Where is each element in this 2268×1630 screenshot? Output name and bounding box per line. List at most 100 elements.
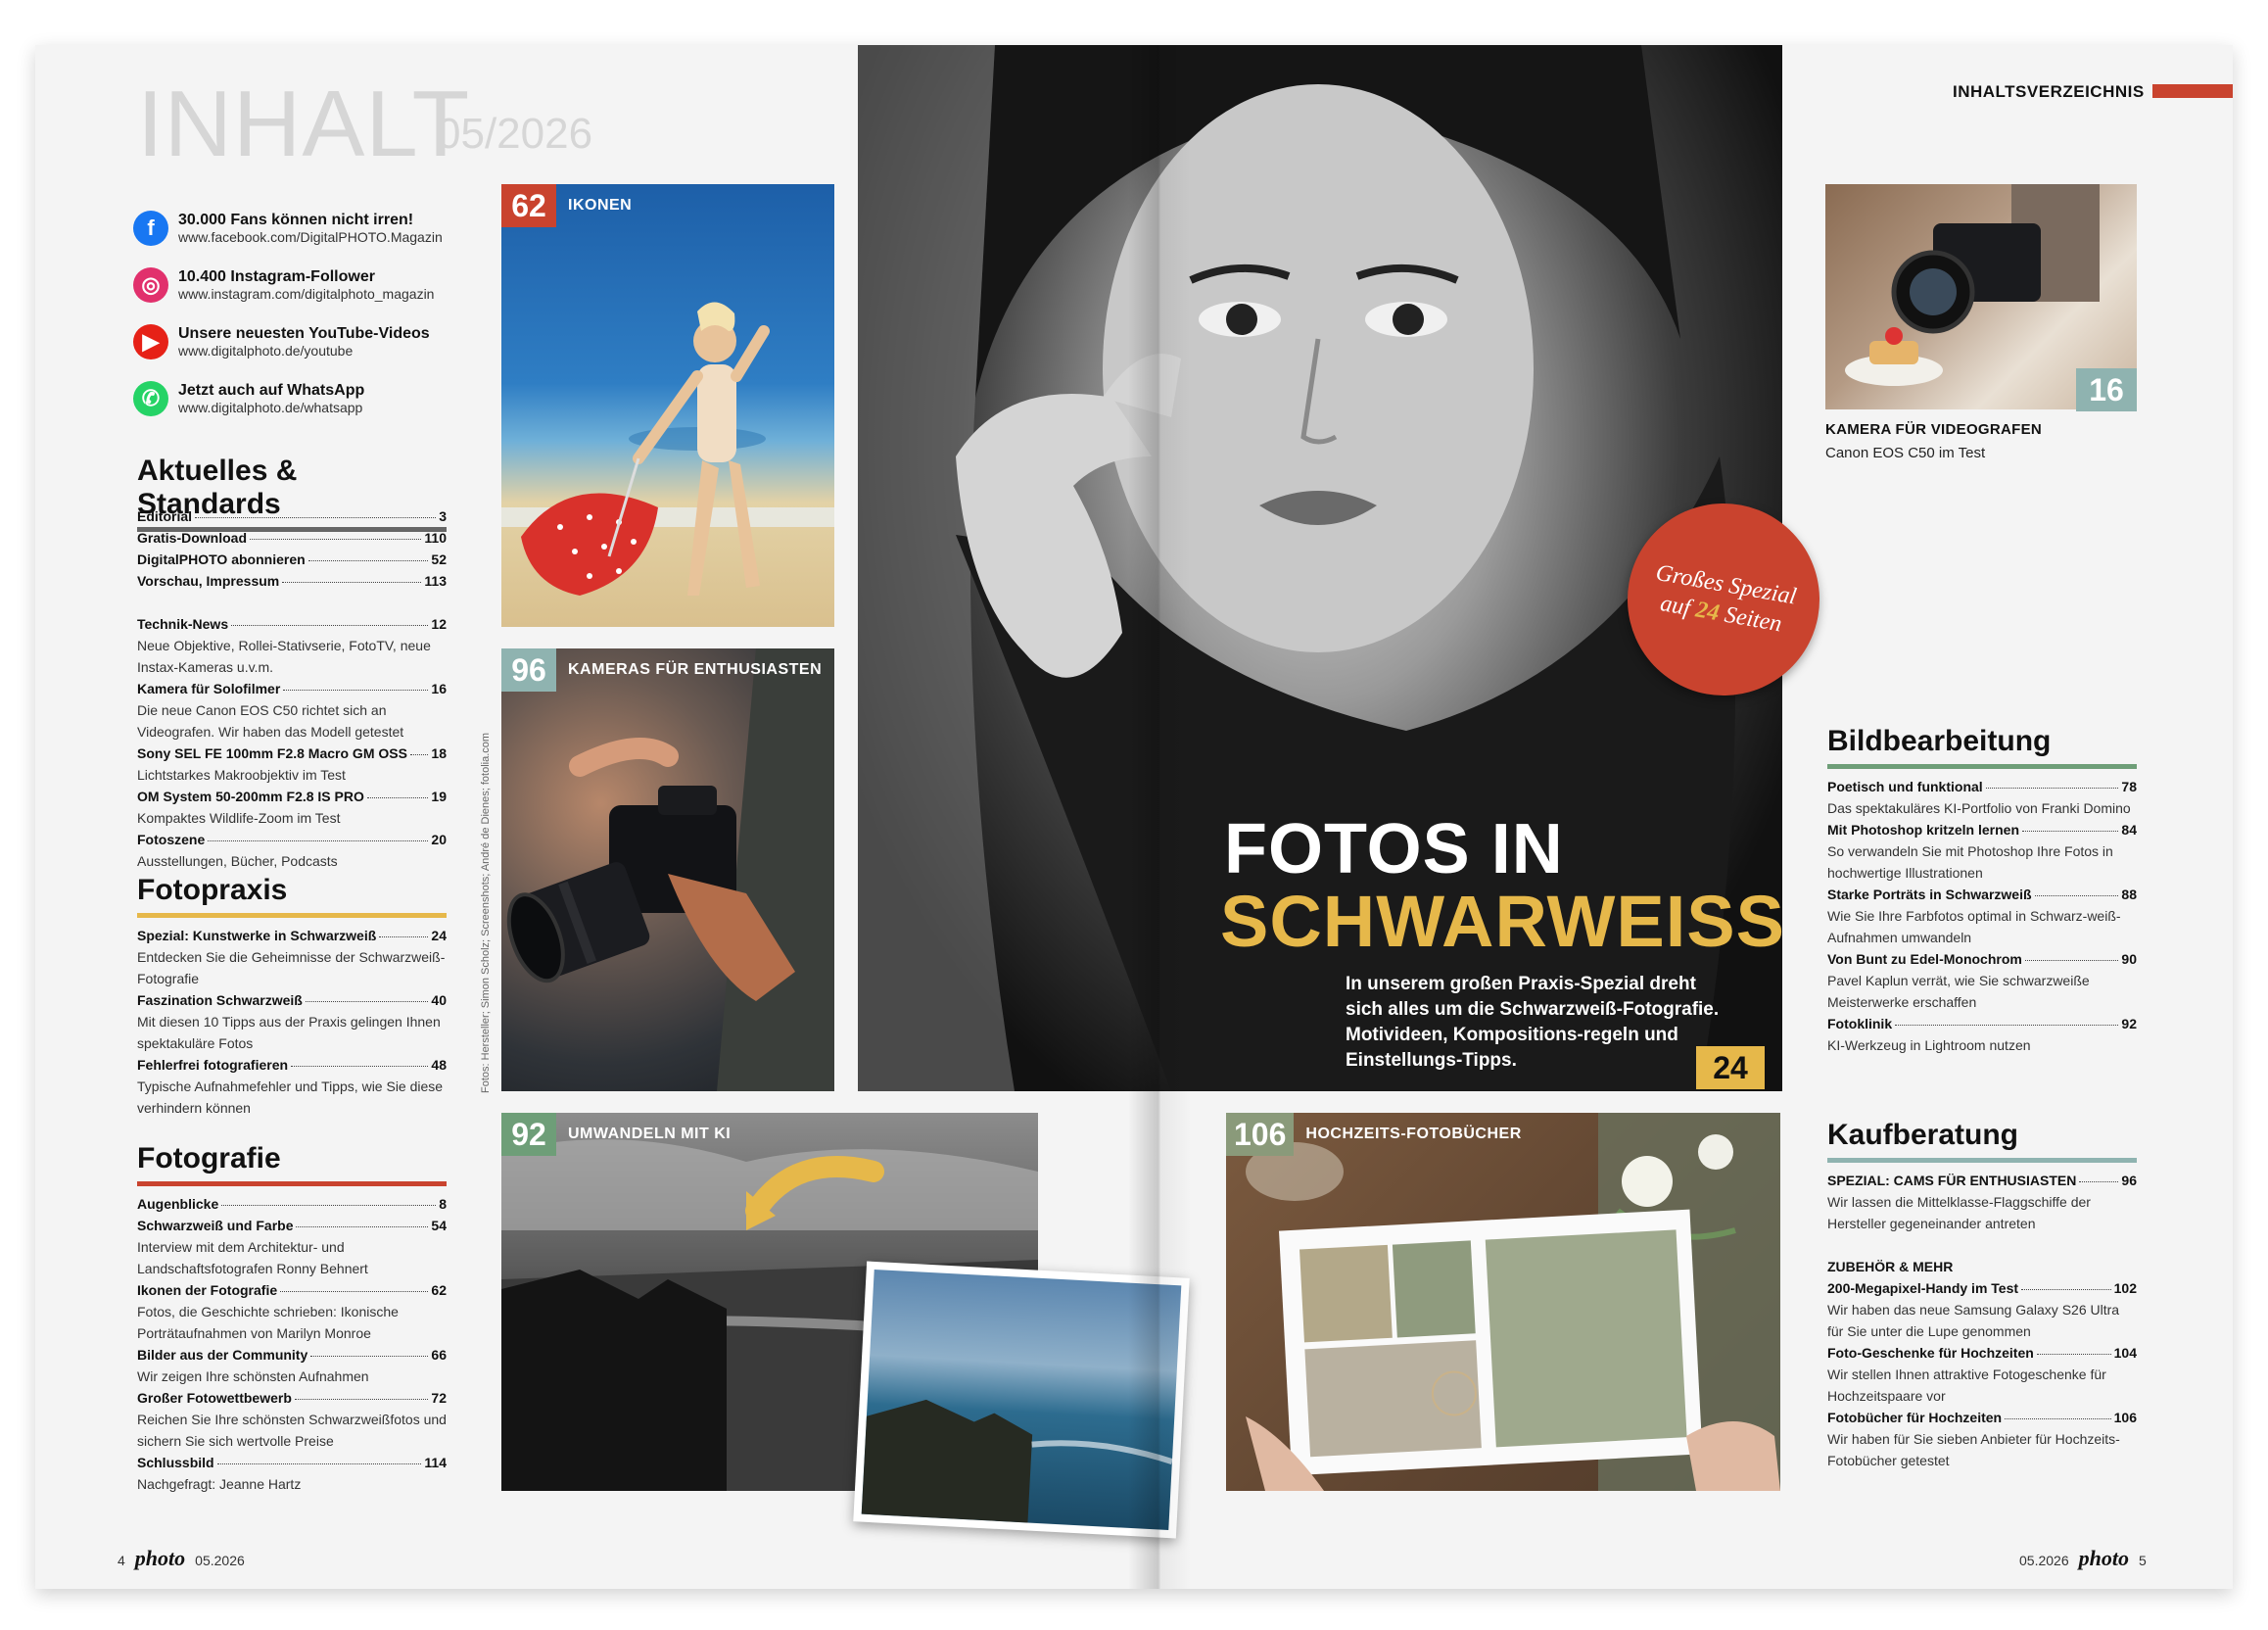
toc-entry[interactable]: Schlussbild 114 (137, 1452, 447, 1473)
toc-entry-description: Wir lassen die Mittelklasse-Flaggschiffe… (1827, 1194, 2091, 1231)
toc-entry[interactable]: Fotoszene 20 (137, 829, 447, 850)
toc-entry[interactable]: Fotobücher für Hochzeiten 106 (1827, 1407, 2137, 1428)
logo: photo (2079, 1546, 2129, 1571)
social-link[interactable]: ✆ Jetzt auch auf WhatsApp www.digitalphoto… (133, 374, 525, 423)
page-number-right: 5 (2138, 1553, 2147, 1568)
whatsapp-icon: ✆ (133, 381, 168, 416)
toc-page-number: 92 (2121, 1016, 2137, 1031)
toc-entry-title: Von Bunt zu Edel-Monochrom (1827, 951, 2022, 967)
social-title: Jetzt auch auf WhatsApp (178, 381, 365, 399)
toc-entry[interactable]: Bilder aus der Community 66 (137, 1344, 447, 1366)
toc-entry-description: Pavel Kaplun verrät, wie Sie schwarzweiß… (1827, 973, 2090, 1010)
social-title: 30.000 Fans können nicht irren! (178, 211, 414, 228)
toc-entry[interactable]: Fotoklinik 92 (1827, 1013, 2137, 1034)
toc-entry[interactable]: Augenblicke 8 (137, 1193, 447, 1215)
tile-label: HOCHZEITS-FOTOBÜCHER (1305, 1126, 1522, 1142)
social-url[interactable]: www.instagram.com/digitalphoto_magazin (178, 286, 434, 303)
toc-entry[interactable]: Vorschau, Impressum 113 (137, 570, 447, 592)
toc-entry-description: Wir haben für Sie sieben Anbieter für Ho… (1827, 1431, 2120, 1468)
toc-entry-description: Das spektakuläres KI-Portfolio von Frank… (1827, 800, 2131, 816)
footer-issue-right: 05.2026 (2019, 1553, 2069, 1568)
toc-entry-title: Faszination Schwarzweiß (137, 992, 303, 1008)
toc-entry-description: Die neue Canon EOS C50 richtet sich an V… (137, 702, 404, 740)
toc-entry-title: Augenblicke (137, 1196, 219, 1212)
photobook-photo (1246, 1113, 1780, 1491)
social-url[interactable]: www.digitalphoto.de/youtube (178, 343, 430, 360)
toc-entry[interactable]: Faszination Schwarzweiß 40 (137, 989, 447, 1011)
social-link[interactable]: ◎ 10.400 Instagram-Follower www.instagram.… (133, 261, 525, 310)
toc-entry[interactable]: ZUBEHÖR & MEHR (1827, 1256, 2137, 1277)
toc-entry-title: Fotobücher für Hochzeiten (1827, 1410, 2003, 1425)
toc-entry-description: Wie Sie Ihre Farbfotos optimal in Schwar… (1827, 908, 2121, 945)
toc-entry-description: Kompaktes Wildlife-Zoom im Test (137, 810, 341, 826)
toc-entry[interactable]: Von Bunt zu Edel-Monochrom 90 (1827, 948, 2137, 970)
toc-entry-description: Lichtstarkes Makroobjektiv im Test (137, 767, 346, 783)
toc-entry[interactable]: Editorial 3 (137, 505, 447, 527)
toc-entry[interactable]: Sony SEL FE 100mm F2.8 Macro GM OSS 18 (137, 743, 447, 764)
toc-entry-title: Gratis-Download (137, 530, 248, 546)
leader-dots (2034, 895, 2119, 896)
leader-dots (1895, 1025, 2119, 1026)
toc-list: Poetisch und funktional 78 Das spektakulär… (1827, 776, 2137, 1056)
logo-text: photo (134, 1546, 186, 1570)
toc-entry[interactable]: SPEZIAL: CAMS FÜR ENTHUSIASTEN 96 (1827, 1170, 2137, 1191)
toc-entry[interactable]: Poetisch und funktional 78 (1827, 776, 2137, 797)
tile-page-number: 92 (501, 1113, 556, 1156)
toc-entry-title: Spezial: Kunstwerke in Schwarzweiß (137, 928, 377, 943)
toc-entry[interactable]: Großer Fotowettbewerb 72 (137, 1387, 447, 1409)
social-link[interactable]: f 30.000 Fans können nicht irren! www.face… (133, 204, 525, 253)
tile-page-number: 106 (1226, 1113, 1295, 1156)
toc-entry[interactable]: Schwarzweiß und Farbe 54 (137, 1215, 447, 1236)
leader-dots (195, 517, 437, 518)
toc-entry[interactable]: Gratis-Download 110 (137, 527, 447, 549)
leader-dots (294, 1399, 429, 1400)
toc-page-number: 52 (431, 551, 447, 567)
camera-tile-page-number: 16 (2076, 368, 2137, 411)
toc-entry-title: Ikonen der Fotografie (137, 1282, 278, 1298)
social-url[interactable]: www.digitalphoto.de/whatsapp (178, 400, 364, 416)
toc-page-number: 102 (2113, 1280, 2137, 1296)
toc-entry[interactable]: OM System 50-200mm F2.8 IS PRO 19 (137, 786, 447, 807)
social-url[interactable]: www.facebook.com/DigitalPHOTO.Magazin (178, 229, 443, 246)
tile-ikonen[interactable]: 62 IKONEN (501, 184, 834, 627)
tile-hochzeit[interactable]: 106 HOCHZEITS-FOTOBÜCHER (1226, 1113, 1780, 1491)
toc-entry[interactable]: Starke Porträts in Schwarzweiß 88 (1827, 884, 2137, 905)
toc-entry-description: Wir stellen Ihnen attraktive Fotogeschen… (1827, 1366, 2106, 1404)
toc-page-number: 110 (424, 530, 447, 546)
tile-kameras[interactable]: 96 KAMERAS FÜR ENTHUSIASTEN (501, 648, 834, 1091)
spine-shadow (1128, 45, 1191, 1589)
page-title: INHALT (137, 72, 471, 176)
toc-entry-description: Mit diesen 10 Tipps aus der Praxis gelin… (137, 1014, 441, 1051)
toc-entry[interactable]: Technik-News 12 (137, 613, 447, 635)
toc-entry-title: DigitalPHOTO abonnieren (137, 551, 306, 567)
toc-entry[interactable]: Kamera für Solofilmer 16 (137, 678, 447, 699)
toc-entry[interactable]: Ikonen der Fotografie 62 (137, 1279, 447, 1301)
toc-page-number: 62 (431, 1282, 447, 1298)
toc-entry[interactable]: Foto-Geschenke für Hochzeiten 104 (1827, 1342, 2137, 1364)
toc-entry[interactable]: Fehlerfrei fotografieren 48 (137, 1054, 447, 1076)
toc-list: SPEZIAL: CAMS FÜR ENTHUSIASTEN 96 Wir lass… (1827, 1170, 2137, 1471)
toc-entry-title: Poetisch und funktional (1827, 779, 1983, 794)
badge-number: 24 (1693, 597, 1722, 627)
toc-entry-title: Technik-News (137, 616, 229, 632)
leader-dots (250, 539, 422, 540)
toc-list: Augenblicke 8 Schwarzweiß und Farbe 54 Inter… (137, 1193, 447, 1495)
toc-entry[interactable]: 200-Megapixel-Handy im Test 102 (1827, 1277, 2137, 1299)
camera-tile-subtitle: Canon EOS C50 im Test (1825, 445, 1986, 461)
toc-entry-description: Wir haben das neue Samsung Galaxy S26 Ul… (1827, 1302, 2120, 1339)
leader-dots (2005, 1418, 2111, 1419)
toc-entry-title: Großer Fotowettbewerb (137, 1390, 292, 1406)
toc-entry-title: Starke Porträts in Schwarzweiß (1827, 887, 2032, 902)
toc-entry[interactable]: DigitalPHOTO abonnieren 52 (137, 549, 447, 570)
camera-photo (506, 648, 834, 1091)
social-link[interactable]: ▶ Unsere neuesten YouTube-Videos www.digit… (133, 317, 525, 366)
toc-page-number: 114 (424, 1455, 447, 1470)
toc-entry-description: Ausstellungen, Bücher, Podcasts (137, 853, 338, 869)
toc-entry-description: Neue Objektive, Rollei-Stativserie, Foto… (137, 638, 431, 675)
section-heading: Bildbearbeitung (1827, 725, 2137, 769)
toc-entry-title: Schwarzweiß und Farbe (137, 1218, 294, 1233)
toc-entry[interactable]: Mit Photoshop kritzeln lernen 84 (1827, 819, 2137, 840)
toc-entry[interactable]: Spezial: Kunstwerke in Schwarzweiß 24 (137, 925, 447, 946)
toc-page-number: 78 (2121, 779, 2137, 794)
